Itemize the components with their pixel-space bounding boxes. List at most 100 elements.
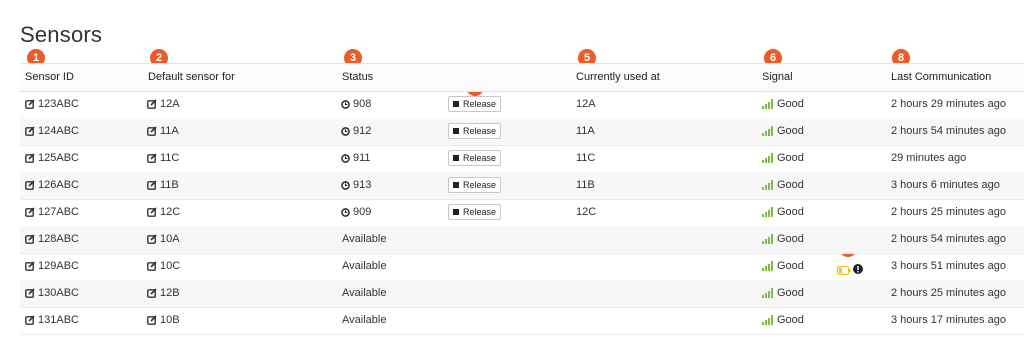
table-row[interactable]: 124ABC 11A 912 Release 11A Good 2 hours 54 min…: [20, 118, 1024, 146]
signal-text: Good: [777, 314, 804, 326]
signal-icon: [762, 126, 773, 136]
default-sensor-cell[interactable]: 12A: [147, 98, 180, 110]
sensor-id-cell[interactable]: 130ABC: [25, 287, 79, 299]
sensor-id-text: 127ABC: [38, 206, 79, 218]
edit-icon[interactable]: [147, 99, 157, 109]
status-cell: Available: [342, 314, 386, 326]
column-header-last-communication[interactable]: Last Communication: [891, 71, 991, 83]
signal-cell: Good: [762, 206, 804, 218]
sensor-id-cell[interactable]: 131ABC: [25, 314, 79, 326]
default-sensor-cell[interactable]: 11C: [147, 152, 179, 164]
edit-icon[interactable]: [147, 234, 157, 244]
default-sensor-cell[interactable]: 10B: [147, 314, 180, 326]
status-text: Available: [342, 314, 387, 326]
sensor-id-cell[interactable]: 123ABC: [25, 98, 79, 110]
column-header-status[interactable]: Status: [342, 71, 373, 83]
signal-text: Good: [777, 287, 804, 299]
table-row[interactable]: 126ABC 11B 913 Release 11B Good 3 hours 6 minu…: [20, 172, 1024, 200]
edit-icon[interactable]: [147, 180, 157, 190]
edit-icon[interactable]: [147, 261, 157, 271]
signal-cell: Good: [762, 314, 804, 326]
edit-icon[interactable]: [147, 126, 157, 136]
stop-icon: [453, 128, 459, 134]
table-header: Sensor ID Default sensor for Status Curr…: [20, 63, 1024, 92]
edit-icon[interactable]: [147, 207, 157, 217]
column-header-currently-used-at[interactable]: Currently used at: [576, 71, 660, 83]
column-header-default-sensor-for[interactable]: Default sensor for: [148, 71, 235, 83]
edit-icon[interactable]: [25, 126, 35, 136]
table-row[interactable]: 129ABC 10C Available Good 3 hours 51 minutes…: [20, 253, 1024, 281]
table-row[interactable]: 131ABC 10B Available Good 3 hours 17 minutes…: [20, 307, 1024, 335]
clock-icon: [341, 153, 350, 163]
table-row[interactable]: 123ABC 12A 908 Release 12A Good 2 hours 29 min…: [20, 91, 1024, 119]
sensor-id-cell[interactable]: 129ABC: [25, 260, 79, 272]
sensor-id-text: 131ABC: [38, 314, 79, 326]
default-sensor-cell[interactable]: 11B: [147, 179, 179, 191]
default-sensor-cell[interactable]: 12C: [147, 206, 180, 218]
last-communication-text: 29 minutes ago: [891, 152, 967, 164]
status-cell: Available: [342, 287, 386, 299]
release-button[interactable]: Release: [448, 204, 502, 220]
status-cell: Available: [342, 233, 386, 245]
currently-used-at-text: 11C: [576, 152, 596, 164]
signal-text: Good: [777, 179, 804, 191]
column-header-signal[interactable]: Signal: [762, 71, 793, 83]
edit-icon[interactable]: [25, 180, 35, 190]
signal-text: Good: [777, 233, 804, 245]
default-sensor-text: 12C: [160, 206, 181, 218]
release-label: Release: [463, 99, 497, 109]
signal-text: Good: [777, 125, 804, 137]
default-sensor-cell[interactable]: 12B: [147, 287, 180, 299]
last-communication-text: 2 hours 54 minutes ago: [891, 125, 1006, 137]
edit-icon[interactable]: [25, 234, 35, 244]
last-communication-text: 2 hours 29 minutes ago: [891, 98, 1006, 110]
status-text: 908: [353, 98, 372, 110]
table-row[interactable]: 125ABC 11C 911 Release 11C Good 29 minutes ago: [20, 145, 1024, 173]
signal-icon: [762, 180, 773, 190]
signal-icon: [762, 99, 773, 109]
release-label: Release: [463, 207, 497, 217]
sensor-id-text: 130ABC: [38, 287, 79, 299]
last-communication-text: 3 hours 17 minutes ago: [891, 314, 1006, 326]
last-communication-text: 2 hours 25 minutes ago: [891, 287, 1006, 299]
release-button[interactable]: Release: [448, 123, 502, 139]
edit-icon[interactable]: [147, 315, 157, 325]
table-row[interactable]: 127ABC 12C 909 Release 12C Good 2 hours 25 min…: [20, 199, 1024, 227]
table-row[interactable]: 128ABC 10A Available Good 2 hours 54 minutes…: [20, 226, 1024, 254]
default-sensor-cell[interactable]: 11A: [147, 125, 179, 137]
sensor-id-cell[interactable]: 128ABC: [25, 233, 79, 245]
edit-icon[interactable]: [25, 261, 35, 271]
sensor-id-text: 129ABC: [38, 260, 79, 272]
edit-icon[interactable]: [25, 288, 35, 298]
default-sensor-text: 11C: [160, 152, 180, 164]
last-communication-text: 3 hours 6 minutes ago: [891, 179, 1000, 191]
edit-icon[interactable]: [147, 288, 157, 298]
status-text: 911: [353, 152, 371, 164]
signal-cell: Good: [762, 233, 804, 245]
status-text: 909: [353, 206, 372, 218]
signal-icon: [762, 315, 773, 325]
release-button[interactable]: Release: [448, 150, 502, 166]
edit-icon[interactable]: [25, 99, 35, 109]
sensor-id-cell[interactable]: 127ABC: [25, 206, 79, 218]
edit-icon[interactable]: [147, 153, 157, 163]
table-row[interactable]: 130ABC 12B Available Good 2 hours 25 minutes…: [20, 280, 1024, 308]
release-button[interactable]: Release: [448, 96, 502, 112]
default-sensor-cell[interactable]: 10C: [147, 260, 180, 272]
alert-icon[interactable]: [853, 261, 863, 279]
column-header-sensor-id[interactable]: Sensor ID: [25, 71, 74, 83]
edit-icon[interactable]: [25, 315, 35, 325]
signal-text: Good: [777, 98, 804, 110]
sensor-id-cell[interactable]: 126ABC: [25, 179, 79, 191]
sensor-id-cell[interactable]: 124ABC: [25, 125, 79, 137]
sensor-id-text: 125ABC: [38, 152, 79, 164]
release-button[interactable]: Release: [448, 177, 502, 193]
edit-icon[interactable]: [25, 207, 35, 217]
signal-icon: [762, 234, 773, 244]
status-cell: 912: [341, 125, 371, 137]
default-sensor-cell[interactable]: 10A: [147, 233, 180, 245]
sensor-id-cell[interactable]: 125ABC: [25, 152, 79, 164]
signal-icon: [762, 261, 773, 271]
sensor-id-text: 124ABC: [38, 125, 79, 137]
edit-icon[interactable]: [25, 153, 35, 163]
